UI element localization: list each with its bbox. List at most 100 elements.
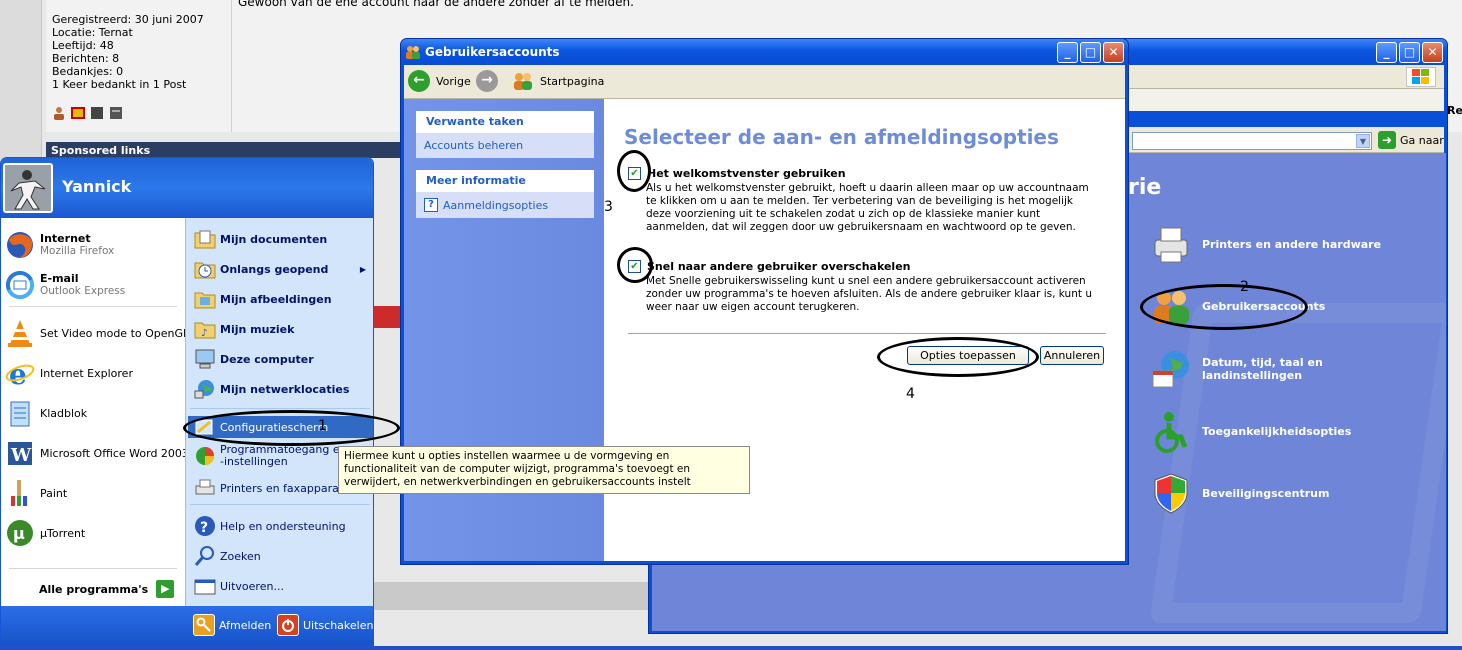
start-item-notepad[interactable]: Kladblok [5, 398, 183, 428]
start-item-title: µTorrent [40, 526, 86, 540]
annotation-number-1: 1 [318, 418, 327, 434]
annotation-oval-3b [617, 247, 653, 283]
start-item-network-places[interactable]: Mijn netwerklocaties [194, 378, 372, 400]
annotation-number-3: 3 [604, 199, 613, 215]
cp-item-security-center[interactable]: Beveiligingscentrum [1148, 470, 1329, 516]
home-button-label: Startpagina [540, 74, 605, 88]
start-item-my-music[interactable]: ♪ Mijn muziek [194, 318, 372, 340]
annotation-number-2: 2 [1240, 279, 1249, 295]
fast-user-switching-description: Met Snelle gebruikerswisseling kunt u sn… [646, 275, 1092, 313]
word-icon: W [5, 438, 35, 468]
avatar[interactable] [3, 163, 53, 213]
home-button[interactable]: Startpagina [512, 70, 604, 92]
start-item-title: Deze computer [220, 352, 314, 366]
start-item-run[interactable]: Uitvoeren... [194, 575, 372, 597]
close-button[interactable]: ✕ [1103, 42, 1124, 63]
control-panel-heading: rie [1128, 175, 1162, 200]
maximize-button[interactable]: □ [1399, 42, 1420, 63]
website-icon[interactable] [109, 106, 123, 120]
start-item-my-pictures[interactable]: Mijn afbeeldingen [194, 288, 372, 310]
window-title: Gebruikersaccounts [425, 45, 560, 59]
start-item-search[interactable]: Zoeken [194, 545, 372, 567]
start-item-utorrent[interactable]: µ µTorrent [5, 518, 183, 548]
welcome-screen-option: ✔ Het welkomstvenster gebruiken Als u he… [628, 167, 1098, 234]
user-icon[interactable] [52, 106, 66, 120]
start-item-title: Onlangs geopend [220, 262, 329, 276]
cp-item-accessibility[interactable]: Toegankelijkheidsopties [1148, 408, 1351, 454]
power-icon [277, 614, 299, 636]
start-item-internet[interactable]: Internet Mozilla Firefox [5, 230, 183, 260]
all-programs-button[interactable]: Alle programma's ▶ [39, 580, 175, 598]
svg-text:W: W [10, 445, 32, 466]
fast-user-switching-label: Snel naar andere gebruiker overschakelen [647, 260, 911, 273]
start-menu-programs: Internet Mozilla Firefox E-mail Outlook Ex… [1, 218, 189, 606]
shutdown-button[interactable]: Uitschakelen [277, 614, 373, 636]
all-programs-label: Alle programma's [39, 582, 149, 596]
logon-options-link[interactable]: ? Aanmeldingsopties [416, 192, 594, 218]
start-item-recent[interactable]: Onlangs geopend ▶ [194, 258, 372, 280]
minimize-button[interactable]: _ [1376, 42, 1397, 63]
cp-item-printers[interactable]: Printers en andere hardware [1148, 221, 1381, 267]
notepad-icon [5, 398, 35, 428]
users-icon [406, 46, 420, 59]
forum-right-edge-text: Re [1447, 104, 1462, 117]
divider [190, 408, 370, 409]
chevron-down-icon[interactable]: ▼ [1356, 134, 1370, 148]
minimize-button[interactable]: _ [1057, 42, 1078, 63]
start-item-vlc[interactable]: Set Video mode to OpenGL [5, 318, 189, 348]
taskbar [0, 646, 1462, 650]
key-icon [193, 614, 215, 636]
start-item-title: Zoeken [220, 549, 261, 563]
go-button[interactable]: ➜ Ga naar [1378, 131, 1444, 149]
logoff-button[interactable]: Afmelden [193, 614, 271, 636]
more-info-header: Meer informatie [416, 170, 594, 192]
more-info-box: Meer informatie ? Aanmeldingsopties [416, 170, 594, 218]
start-item-title: Set Video mode to OpenGL [40, 326, 190, 340]
start-item-title-line2: -instellingen [220, 455, 288, 468]
separator [628, 333, 1106, 334]
svg-text:?: ? [200, 520, 208, 536]
svg-text:♪: ♪ [201, 328, 207, 339]
help-icon: ? [194, 515, 216, 537]
user-accounts-titlebar[interactable]: Gebruikersaccounts _ □ ✕ [401, 39, 1128, 65]
help-icon: ? [424, 198, 438, 212]
network-icon [194, 378, 216, 400]
cp-item-date-time[interactable]: Datum, tijd, taal en landinstellingen [1148, 346, 1352, 392]
run-icon [194, 575, 216, 597]
control-panel-window-buttons: _ □ ✕ [1376, 42, 1443, 63]
start-item-internet-explorer[interactable]: e Internet Explorer [5, 358, 183, 388]
start-item-title: Microsoft Office Word 2003 [40, 446, 189, 460]
welcome-screen-label: Het welkomstvenster gebruiken [647, 167, 846, 180]
maximize-button[interactable]: □ [1080, 42, 1101, 63]
start-menu-footer: Afmelden Uitschakelen [1, 606, 373, 645]
logon-options-label: Aanmeldingsopties [443, 198, 549, 212]
forward-button[interactable]: → [476, 70, 498, 92]
back-button[interactable]: ← Vorige [408, 70, 471, 92]
manage-accounts-link[interactable]: Accounts beheren [416, 133, 594, 158]
svg-text:µ: µ [13, 524, 25, 543]
start-item-paint[interactable]: Paint [5, 478, 183, 508]
address-input[interactable]: ▼ [1132, 132, 1372, 150]
user-accounts-window-buttons: _ □ ✕ [1057, 42, 1124, 63]
back-arrow-icon: ← [408, 70, 430, 92]
start-item-help[interactable]: ? Help en ondersteuning [194, 515, 372, 537]
start-item-title: Mijn afbeeldingen [220, 292, 332, 306]
cancel-button[interactable]: Annuleren [1040, 346, 1104, 365]
profile-icon-row [52, 106, 123, 120]
start-item-email[interactable]: E-mail Outlook Express [5, 270, 183, 300]
annotation-oval-2 [1140, 284, 1308, 330]
go-arrow-icon: ➜ [1378, 131, 1396, 149]
start-item-word[interactable]: W Microsoft Office Word 2003 [5, 438, 189, 468]
close-button[interactable]: ✕ [1422, 42, 1443, 63]
start-item-my-documents[interactable]: Mijn documenten [194, 228, 372, 250]
profile-icon[interactable] [90, 106, 104, 120]
paint-icon [5, 478, 35, 508]
start-item-my-computer[interactable]: Deze computer [194, 348, 372, 370]
divider [9, 568, 177, 569]
annotation-oval-3a [617, 150, 651, 192]
start-item-subtitle: Outlook Express [40, 285, 126, 297]
arrow-right-icon: ▶ [156, 580, 175, 598]
message-icon[interactable] [71, 106, 85, 120]
profile-thanks-received: 1 Keer bedankt in 1 Post [52, 78, 187, 91]
printer-icon [194, 477, 216, 499]
